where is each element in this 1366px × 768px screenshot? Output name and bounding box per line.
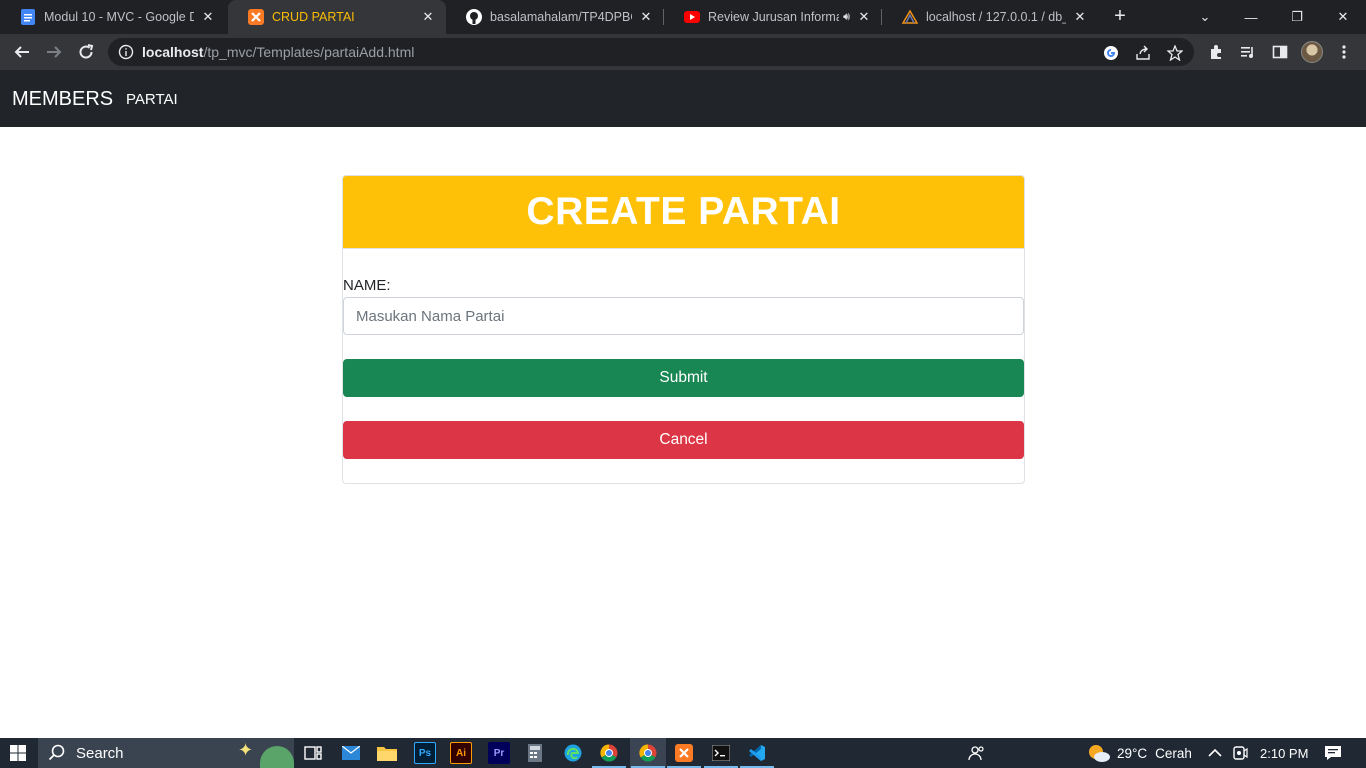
card-header: CREATE PARTAI [343, 176, 1024, 249]
tab-title: Modul 10 - MVC - Google Docs [44, 10, 194, 24]
clock-time: 2:10 PM [1260, 745, 1309, 761]
tab-search-chevron-icon[interactable]: ⌄ [1182, 0, 1228, 34]
taskbar-search-box[interactable]: Search ✦ [38, 738, 294, 768]
weather-widget[interactable]: 29°C Cerah [1087, 738, 1192, 768]
minimize-button[interactable]: — [1228, 0, 1274, 34]
name-input[interactable] [343, 297, 1024, 335]
chrome-profile-icon[interactable] [631, 742, 665, 768]
tab-github[interactable]: basalamahalam/TP4DPBO2022 ✕ [446, 0, 664, 34]
tab-youtube[interactable]: Review Jurusan Informatika 🔊︎ ✕ [664, 0, 882, 34]
search-highlight-icon: ✦ [238, 740, 254, 760]
mail-icon[interactable] [340, 742, 362, 764]
browser-menu-icon[interactable] [1334, 42, 1354, 62]
start-button[interactable] [0, 738, 36, 768]
bookmark-star-icon[interactable] [1166, 44, 1184, 62]
page-title: CREATE PARTAI [526, 190, 841, 233]
illustrator-icon[interactable]: Ai [450, 742, 472, 764]
forward-button[interactable] [42, 40, 66, 64]
navbar-brand[interactable]: MEMBERS [12, 88, 113, 111]
weather-desc: Cerah [1155, 745, 1192, 761]
google-docs-icon [20, 9, 36, 25]
search-label: Search [76, 744, 124, 762]
close-tab-icon[interactable]: ✕ [1072, 9, 1088, 25]
tab-google-docs[interactable]: Modul 10 - MVC - Google Docs ✕ [0, 0, 226, 34]
task-view-icon[interactable] [302, 742, 324, 764]
xampp-icon [248, 9, 264, 25]
close-window-button[interactable]: ✕ [1320, 0, 1366, 34]
close-tab-icon[interactable]: ✕ [856, 9, 872, 25]
name-label: NAME: [343, 277, 391, 294]
close-tab-icon[interactable]: ✕ [200, 9, 216, 25]
back-arrow-icon [14, 46, 29, 58]
calculator-icon[interactable] [524, 742, 546, 764]
reload-icon [79, 44, 94, 59]
share-icon[interactable] [1134, 44, 1152, 62]
chrome-icon[interactable] [592, 742, 626, 768]
side-panel-icon[interactable] [1270, 42, 1290, 62]
restore-button[interactable]: ❐ [1274, 0, 1320, 34]
search-highlight-earth-icon [260, 746, 294, 768]
tab-crud-partai[interactable]: CRUD PARTAI ✕ [228, 0, 446, 34]
photoshop-icon[interactable]: Ps [414, 742, 436, 764]
close-tab-icon[interactable]: ✕ [638, 9, 654, 25]
search-icon [48, 744, 65, 761]
extensions-icon[interactable] [1206, 42, 1226, 62]
url-text: localhost/tp_mvc/Templates/partaiAdd.htm… [142, 44, 415, 60]
tab-title: localhost / 127.0.0.1 / db_tp4 [926, 10, 1066, 24]
vscode-icon[interactable] [740, 742, 774, 768]
windows-taskbar: Search ✦ Ps Ai Pr 29°C Cerah 2:10 PM [0, 738, 1366, 768]
forward-arrow-icon [47, 46, 62, 58]
windows-logo-icon [10, 745, 26, 761]
reload-button[interactable] [74, 40, 98, 64]
profile-avatar[interactable] [1301, 41, 1323, 63]
clock[interactable]: 2:10 PM [1260, 738, 1308, 768]
cancel-button[interactable]: Cancel [343, 421, 1024, 459]
back-button[interactable] [10, 40, 34, 64]
new-tab-button[interactable]: + [1108, 5, 1132, 29]
site-navbar: MEMBERS PARTAI [0, 70, 1366, 127]
site-info-icon[interactable] [118, 44, 134, 60]
browser-toolbar: localhost/tp_mvc/Templates/partaiAdd.htm… [0, 34, 1366, 70]
weather-temp: 29°C [1117, 745, 1148, 761]
tab-phpmyadmin[interactable]: localhost / 127.0.0.1 / db_tp4 ✕ [882, 0, 1098, 34]
tab-title: CRUD PARTAI [272, 10, 355, 24]
speaker-icon[interactable]: 🔊︎ [843, 11, 850, 24]
create-partai-card: CREATE PARTAI NAME: Submit Cancel [342, 175, 1025, 484]
github-icon [466, 9, 482, 25]
youtube-icon [684, 9, 700, 25]
nav-link-partai[interactable]: PARTAI [126, 91, 178, 108]
people-icon[interactable] [968, 738, 986, 768]
xampp-taskbar-icon[interactable] [667, 742, 701, 768]
media-control-icon[interactable] [1238, 42, 1258, 62]
file-explorer-icon[interactable] [376, 742, 398, 764]
google-lens-icon[interactable] [1102, 44, 1120, 62]
submit-button[interactable]: Submit [343, 359, 1024, 397]
phpmyadmin-icon [902, 9, 918, 25]
address-bar[interactable]: localhost/tp_mvc/Templates/partaiAdd.htm… [108, 38, 1194, 66]
camera-icon[interactable] [1232, 738, 1248, 768]
edge-icon[interactable] [562, 742, 584, 764]
show-hidden-icons-chevron-icon[interactable] [1208, 738, 1222, 768]
tab-title: basalamahalam/TP4DPBO2022 [490, 10, 632, 24]
terminal-icon[interactable] [704, 742, 738, 768]
close-tab-icon[interactable]: ✕ [420, 9, 436, 25]
notifications-icon[interactable] [1324, 738, 1342, 768]
tab-title: Review Jurusan Informatika [708, 10, 839, 24]
premiere-icon[interactable]: Pr [488, 742, 510, 764]
browser-tab-strip: Modul 10 - MVC - Google Docs ✕ CRUD PART… [0, 0, 1366, 34]
partly-sunny-icon [1089, 745, 1110, 762]
